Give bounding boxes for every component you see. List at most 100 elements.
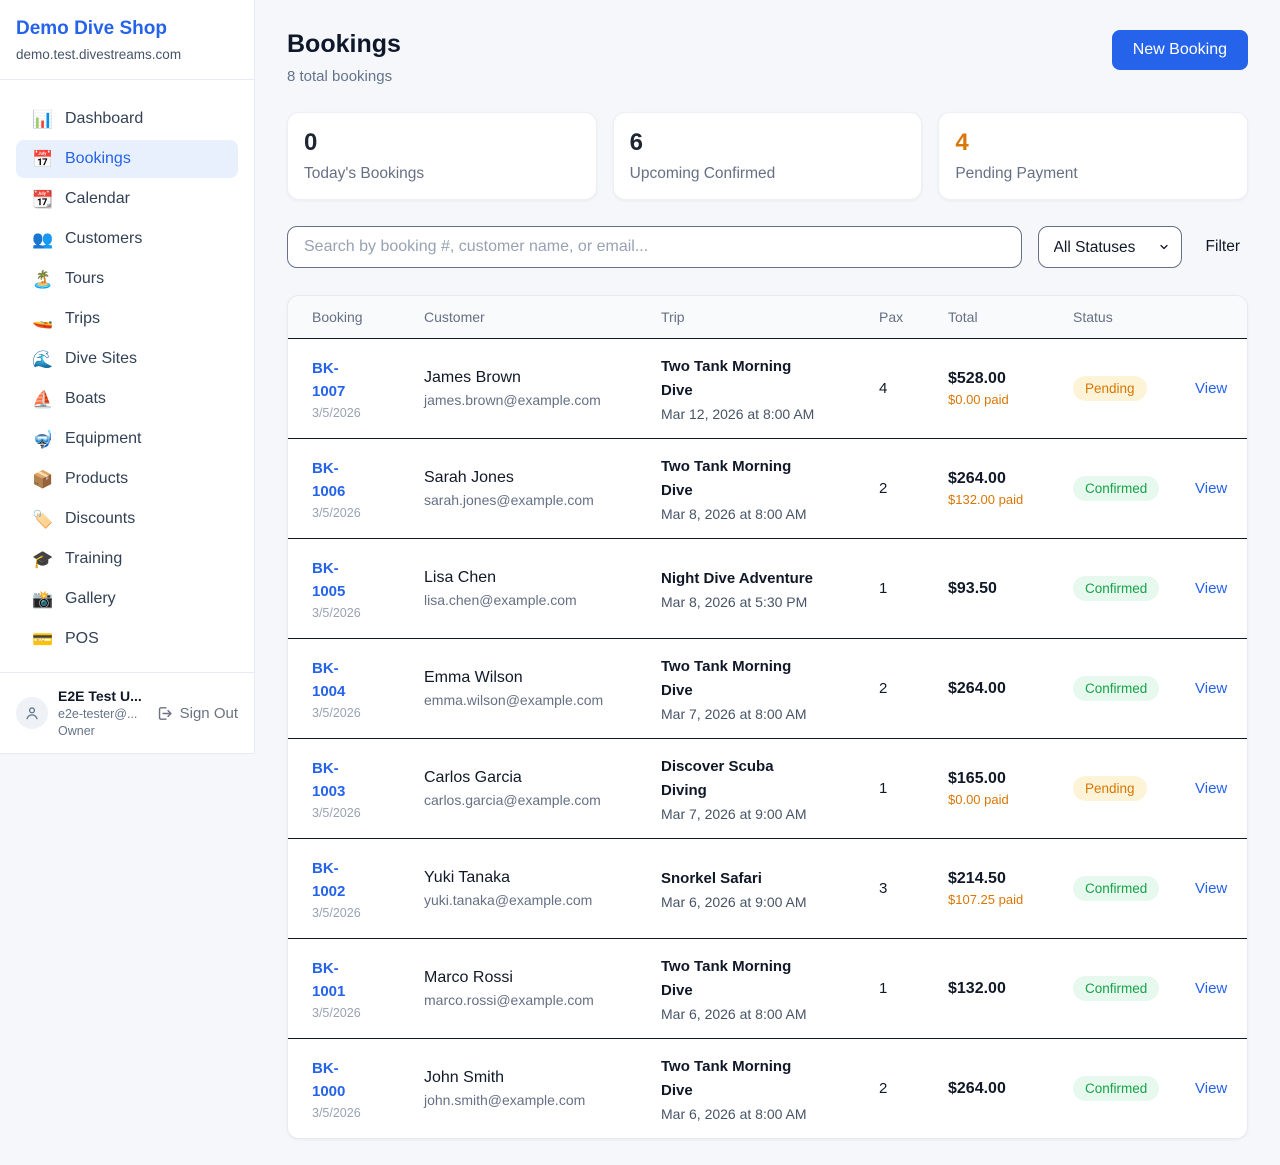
sign-out-button[interactable]: Sign Out xyxy=(156,705,238,722)
stat-card: 0 Today's Bookings xyxy=(287,112,597,200)
stat-card: 4 Pending Payment xyxy=(938,112,1248,200)
search-input[interactable] xyxy=(287,226,1022,268)
sidebar-item-trips[interactable]: 🚤 Trips xyxy=(16,300,238,338)
trip-datetime: Mar 6, 2026 at 9:00 AM xyxy=(661,894,879,910)
view-link[interactable]: View xyxy=(1195,780,1227,797)
status-filter-select[interactable]: All Statuses xyxy=(1038,226,1182,268)
tear-off-calendar-icon: 📆 xyxy=(32,191,52,208)
sidebar-item-dashboard[interactable]: 📊 Dashboard xyxy=(16,100,238,138)
stat-label: Today's Bookings xyxy=(304,165,580,183)
col-header-status: Status xyxy=(1073,309,1195,325)
status-badge: Confirmed xyxy=(1073,1076,1159,1101)
diving-mask-icon: 🤿 xyxy=(32,431,52,448)
sidebar-item-bookings[interactable]: 📅 Bookings xyxy=(16,140,238,178)
graduation-cap-icon: 🎓 xyxy=(32,551,52,568)
sidebar-item-label: Products xyxy=(65,470,128,488)
table-row: BK-1004 3/5/2026 Emma Wilson emma.wilson… xyxy=(288,638,1247,738)
customer-name: John Smith xyxy=(424,1069,661,1087)
customer-email: yuki.tanaka@example.com xyxy=(424,892,661,908)
view-link[interactable]: View xyxy=(1195,980,1227,997)
table-row: BK-1003 3/5/2026 Carlos Garcia carlos.ga… xyxy=(288,738,1247,838)
pax-count: 1 xyxy=(879,980,948,997)
total-amount: $214.50 xyxy=(948,870,1073,888)
sidebar-item-label: Dashboard xyxy=(65,110,143,128)
sidebar-item-pos[interactable]: 💳 POS xyxy=(16,620,238,658)
col-header-customer: Customer xyxy=(424,309,661,325)
customer-email: emma.wilson@example.com xyxy=(424,692,661,708)
customer-name: Lisa Chen xyxy=(424,569,661,587)
booking-id-link[interactable]: BK-1000 xyxy=(312,1057,368,1104)
trip-datetime: Mar 8, 2026 at 5:30 PM xyxy=(661,594,879,610)
stat-value: 0 xyxy=(304,129,580,157)
stats-cards: 0 Today's Bookings 6 Upcoming Confirmed … xyxy=(287,112,1248,200)
sidebar-item-products[interactable]: 📦 Products xyxy=(16,460,238,498)
view-link[interactable]: View xyxy=(1195,1080,1227,1097)
sidebar-item-gallery[interactable]: 📸 Gallery xyxy=(16,580,238,618)
sidebar-item-label: POS xyxy=(65,630,99,648)
total-amount: $264.00 xyxy=(948,470,1073,488)
sidebar-item-customers[interactable]: 👥 Customers xyxy=(16,220,238,258)
paid-amount: $132.00 paid xyxy=(948,492,1028,507)
user-section: E2E Test U... e2e-tester@... Owner Sign … xyxy=(0,672,254,753)
col-header-total: Total xyxy=(948,309,1073,325)
booking-id-link[interactable]: BK-1003 xyxy=(312,757,368,804)
view-link[interactable]: View xyxy=(1195,580,1227,597)
booking-id-link[interactable]: BK-1004 xyxy=(312,657,368,704)
view-link[interactable]: View xyxy=(1195,480,1227,497)
sidebar-item-tours[interactable]: 🏝️ Tours xyxy=(16,260,238,298)
booking-id-link[interactable]: BK-1002 xyxy=(312,857,368,904)
sidebar: Demo Dive Shop demo.test.divestreams.com… xyxy=(0,0,255,754)
customer-name: Yuki Tanaka xyxy=(424,869,661,887)
filter-bar: All Statuses Filter xyxy=(287,226,1248,268)
tag-icon: 🏷️ xyxy=(32,511,52,528)
customer-name: James Brown xyxy=(424,369,661,387)
col-header-pax: Pax xyxy=(879,309,948,325)
pax-count: 4 xyxy=(879,380,948,397)
booking-date: 3/5/2026 xyxy=(312,706,424,720)
sidebar-item-training[interactable]: 🎓 Training xyxy=(16,540,238,578)
sidebar-item-label: Trips xyxy=(65,310,100,328)
status-badge: Pending xyxy=(1073,776,1147,801)
col-header-trip: Trip xyxy=(661,309,879,325)
camera-icon: 📸 xyxy=(32,591,52,608)
sidebar-item-label: Calendar xyxy=(65,190,130,208)
pax-count: 1 xyxy=(879,780,948,797)
total-amount: $528.00 xyxy=(948,370,1073,388)
total-amount: $132.00 xyxy=(948,980,1073,998)
sidebar-item-calendar[interactable]: 📆 Calendar xyxy=(16,180,238,218)
sidebar-item-discounts[interactable]: 🏷️ Discounts xyxy=(16,500,238,538)
view-link[interactable]: View xyxy=(1195,380,1227,397)
page-subtitle: 8 total bookings xyxy=(287,68,401,85)
package-icon: 📦 xyxy=(32,471,52,488)
trip-name: Two Tank Morning Dive xyxy=(661,955,823,1002)
view-link[interactable]: View xyxy=(1195,880,1227,897)
customer-email: carlos.garcia@example.com xyxy=(424,792,661,808)
booking-id-link[interactable]: BK-1007 xyxy=(312,357,368,404)
booking-date: 3/5/2026 xyxy=(312,506,424,520)
booking-date: 3/5/2026 xyxy=(312,606,424,620)
sidebar-item-label: Discounts xyxy=(65,510,135,528)
booking-date: 3/5/2026 xyxy=(312,406,424,420)
customer-name: Carlos Garcia xyxy=(424,769,661,787)
new-booking-button[interactable]: New Booking xyxy=(1112,30,1248,70)
table-row: BK-1006 3/5/2026 Sarah Jones sarah.jones… xyxy=(288,438,1247,538)
shop-name: Demo Dive Shop xyxy=(16,18,238,40)
customer-email: sarah.jones@example.com xyxy=(424,492,661,508)
trip-datetime: Mar 7, 2026 at 8:00 AM xyxy=(661,706,879,722)
sailboat-icon: ⛵ xyxy=(32,391,52,408)
table-body: BK-1007 3/5/2026 James Brown james.brown… xyxy=(288,338,1247,1138)
view-link[interactable]: View xyxy=(1195,680,1227,697)
customer-email: lisa.chen@example.com xyxy=(424,592,661,608)
booking-id-link[interactable]: BK-1005 xyxy=(312,557,368,604)
booking-id-link[interactable]: BK-1001 xyxy=(312,957,368,1004)
pax-count: 2 xyxy=(879,1080,948,1097)
filter-button[interactable]: Filter xyxy=(1206,238,1240,256)
col-header-booking: Booking xyxy=(288,309,424,325)
booking-id-link[interactable]: BK-1006 xyxy=(312,457,368,504)
pax-count: 3 xyxy=(879,880,948,897)
sidebar-item-boats[interactable]: ⛵ Boats xyxy=(16,380,238,418)
sidebar-item-equipment[interactable]: 🤿 Equipment xyxy=(16,420,238,458)
sidebar-item-label: Training xyxy=(65,550,122,568)
island-icon: 🏝️ xyxy=(32,271,52,288)
sidebar-item-dive-sites[interactable]: 🌊 Dive Sites xyxy=(16,340,238,378)
